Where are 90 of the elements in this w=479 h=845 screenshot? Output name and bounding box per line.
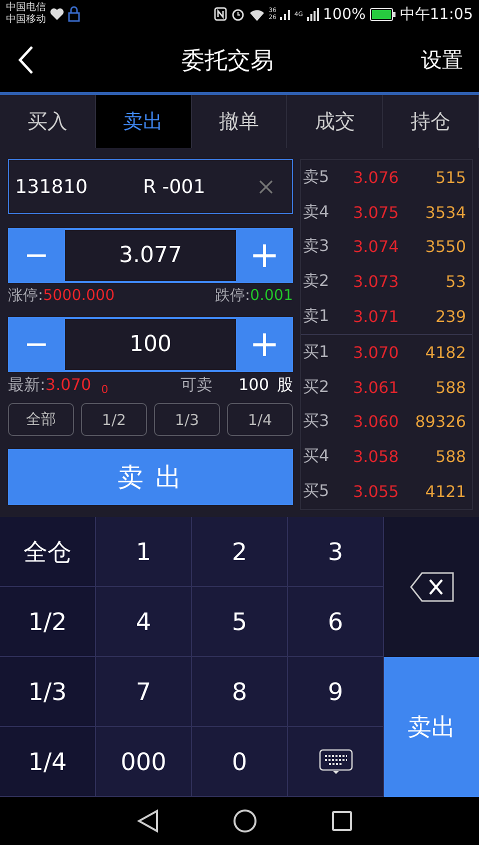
level-price: 3.058	[353, 447, 400, 466]
level-label: 卖5	[303, 166, 330, 188]
digit-key[interactable]: 2	[192, 517, 288, 587]
level-price: 3.071	[353, 307, 400, 326]
clear-icon[interactable]	[258, 178, 274, 194]
level-price: 3.060	[353, 412, 400, 432]
position-key[interactable]: 1/3	[0, 657, 96, 727]
stock-code: 131810	[15, 176, 89, 198]
fraction-button[interactable]: 全部	[8, 403, 74, 436]
quantity-field[interactable]: 100	[65, 319, 236, 370]
keyboard-icon[interactable]	[318, 748, 352, 774]
position-key[interactable]: 1/2	[0, 587, 96, 657]
lock-icon	[68, 6, 80, 22]
available-quantity: 100	[238, 375, 269, 394]
available-label: 可卖	[180, 375, 212, 396]
level-price: 3.074	[353, 237, 400, 256]
level-price: 3.076	[353, 168, 400, 187]
level-label: 卖4	[303, 202, 330, 223]
position-key[interactable]: 1/4	[0, 727, 96, 797]
digit-key[interactable]: 1	[96, 517, 192, 587]
digit-key[interactable]: 6	[288, 587, 384, 657]
signal-icon	[280, 8, 290, 20]
stock-name: R -001	[143, 176, 206, 198]
level-volume: 3550	[424, 237, 466, 256]
digit-key[interactable]: 3	[288, 517, 384, 587]
tab[interactable]: 卖出	[96, 95, 192, 148]
carrier-name: 中国电信	[6, 2, 46, 14]
fraction-button[interactable]: 1/3	[154, 403, 220, 436]
sell-button[interactable]: 卖 出	[8, 449, 293, 505]
limit-label: 涨停:	[8, 286, 44, 304]
home-icon[interactable]	[233, 809, 258, 833]
heart-icon	[50, 8, 64, 20]
level-label: 卖3	[303, 236, 330, 258]
settings-link[interactable]: 设置	[421, 46, 463, 74]
position-key[interactable]: 全仓	[0, 517, 96, 587]
digit-key[interactable]: 5	[192, 587, 288, 657]
level-price: 3.073	[353, 272, 400, 292]
latest-label: 最新:	[8, 375, 46, 396]
level-price: 3.055	[353, 482, 400, 502]
tab[interactable]: 持仓	[383, 95, 479, 148]
back-icon[interactable]	[137, 809, 160, 833]
battery-percent: 100%	[322, 5, 366, 23]
digit-key[interactable]: 4	[96, 587, 192, 657]
level-volume: 239	[434, 307, 466, 326]
recents-icon[interactable]	[332, 811, 352, 831]
digit-key[interactable]: 000	[96, 727, 192, 797]
wifi-icon	[248, 8, 265, 20]
alarm-icon	[230, 7, 245, 21]
level-label: 买2	[303, 376, 330, 398]
fraction-button[interactable]: 1/4	[227, 403, 293, 436]
backspace-icon[interactable]	[410, 572, 454, 602]
level-volume: 4121	[424, 482, 466, 502]
limit-value: 0.001	[250, 286, 293, 304]
digit-key[interactable]: 0	[192, 727, 288, 797]
level-volume: 515	[434, 168, 466, 187]
level-label: 卖2	[303, 271, 330, 292]
tab[interactable]: 撤单	[192, 95, 288, 148]
fraction-button[interactable]: 1/2	[81, 403, 147, 436]
digit-key[interactable]: 7	[96, 657, 192, 727]
unit-label: 股	[277, 375, 293, 396]
level-price: 3.061	[353, 378, 400, 397]
tab[interactable]: 成交	[287, 95, 384, 148]
level-volume: 3534	[424, 202, 466, 222]
level-label: 买5	[303, 481, 330, 502]
level-price: 3.075	[353, 202, 400, 222]
level-volume: 588	[434, 447, 466, 466]
limit-value: 5000.000	[43, 286, 115, 304]
battery-icon	[370, 8, 396, 20]
signal-icon	[306, 8, 319, 20]
price-field[interactable]: 3.077	[65, 230, 236, 281]
clock-time: 中午11:05	[400, 4, 473, 24]
carrier-name: 中国移动	[6, 14, 46, 26]
nfc-icon	[214, 7, 227, 21]
level-label: 买1	[303, 342, 330, 363]
level-volume: 53	[444, 272, 466, 292]
digit-key[interactable]: 8	[192, 657, 288, 727]
level-price: 3.070	[353, 342, 400, 362]
stock-field[interactable]: 131810 R -001	[8, 159, 293, 214]
price-change: 0	[101, 383, 108, 396]
page-title: 委托交易	[182, 46, 274, 76]
digit-key[interactable]: 9	[288, 657, 384, 727]
level-label: 卖1	[303, 306, 330, 328]
sell-key[interactable]: 卖出	[384, 657, 479, 797]
level-volume: 4182	[424, 342, 466, 362]
level-volume: 89326	[414, 412, 466, 432]
level-label: 买3	[303, 411, 330, 432]
level-volume: 588	[434, 378, 466, 397]
limit-label: 跌停:	[214, 286, 250, 304]
level-label: 买4	[303, 446, 330, 468]
latest-price: 3.070	[45, 375, 92, 394]
